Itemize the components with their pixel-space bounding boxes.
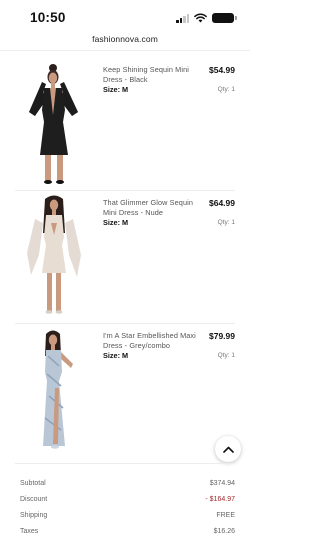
- summary-value: $16.26: [213, 528, 235, 535]
- divider: [15, 323, 235, 324]
- summary-value: $374.94: [209, 480, 235, 487]
- status-bar: 10:50: [0, 0, 250, 34]
- product-size: Size: M: [103, 85, 129, 94]
- summary-row-discount: Discount - $164.97: [20, 496, 235, 508]
- summary-label: Subtotal: [20, 480, 46, 487]
- product-image-nude-sequin-dress[interactable]: [15, 193, 95, 321]
- product-size: Size: M: [103, 218, 129, 227]
- chevron-up-icon: [222, 446, 234, 453]
- product-price: $79.99: [209, 331, 235, 341]
- product-name[interactable]: That Glimmer Glow Sequin Mini Dress - Nu…: [103, 198, 203, 218]
- cart-item[interactable]: Keep Shining Sequin Mini Dress - Black S…: [15, 60, 235, 190]
- product-name[interactable]: Keep Shining Sequin Mini Dress - Black: [103, 65, 203, 85]
- product-qty: Qty: 1: [217, 86, 235, 93]
- product-name[interactable]: I'm A Star Embellished Maxi Dress - Grey…: [103, 331, 203, 351]
- wifi-icon: [194, 13, 207, 23]
- summary-value: - $164.97: [205, 496, 235, 503]
- product-size: Size: M: [103, 351, 129, 360]
- cart-item[interactable]: That Glimmer Glow Sequin Mini Dress - Nu…: [15, 193, 235, 323]
- divider: [15, 190, 235, 191]
- product-image-grey-maxi-dress[interactable]: [15, 326, 95, 454]
- summary-label: Shipping: [20, 512, 48, 519]
- cellular-signal-icon: [176, 13, 189, 23]
- cart-item[interactable]: I'm A Star Embellished Maxi Dress - Grey…: [15, 326, 235, 456]
- summary-row-taxes: Taxes $16.26: [20, 528, 235, 540]
- url-bar[interactable]: fashionnova.com: [0, 34, 250, 51]
- status-time: 10:50: [30, 10, 66, 25]
- summary-label: Discount: [20, 496, 48, 503]
- status-icons: [176, 13, 237, 23]
- product-price: $54.99: [209, 65, 235, 75]
- battery-icon: [212, 13, 237, 23]
- summary-row-subtotal: Subtotal $374.94: [20, 480, 235, 492]
- summary-value: FREE: [216, 512, 235, 519]
- summary-row-shipping: Shipping FREE: [20, 512, 235, 524]
- scroll-to-top-button[interactable]: [215, 436, 241, 462]
- product-image-black-sequin-dress[interactable]: [15, 60, 95, 188]
- product-price: $64.99: [209, 198, 235, 208]
- summary-label: Taxes: [20, 528, 39, 535]
- product-qty: Qty: 1: [217, 352, 235, 359]
- divider: [15, 463, 235, 464]
- product-qty: Qty: 1: [217, 219, 235, 226]
